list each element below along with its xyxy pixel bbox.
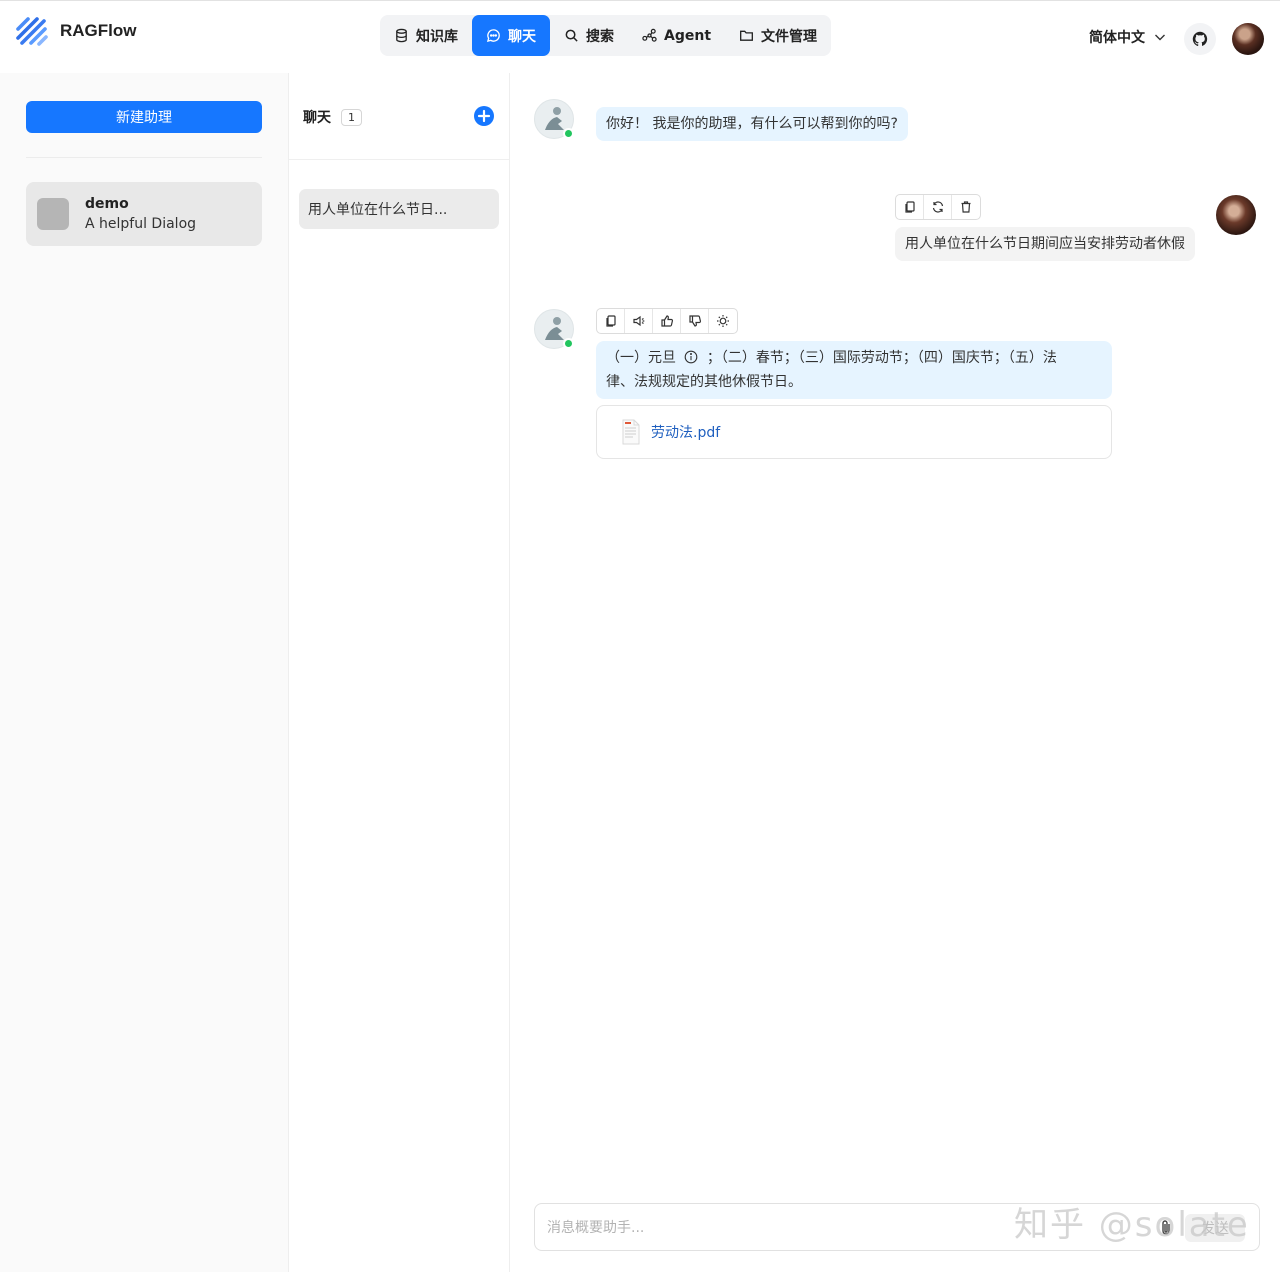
assistant-sidebar: 新建助理 demo A helpful Dialog [0, 73, 289, 1272]
citation-info-icon[interactable] [684, 349, 698, 371]
ragflow-logo-icon [16, 17, 48, 46]
nav-search[interactable]: 搜索 [550, 15, 628, 56]
regenerate-button[interactable] [924, 195, 952, 219]
assistant-answer-message: （一）元旦 ；（二）春节；（三）国际劳动节；（四）国庆节；（五）法 律、法规规定… [596, 341, 1112, 399]
thumbs-down-button[interactable] [681, 309, 709, 333]
speaker-icon [632, 315, 644, 327]
nav-knowledge-base[interactable]: 知识库 [380, 15, 472, 56]
agent-graph-icon [642, 28, 657, 42]
reference-file-name: 劳动法.pdf [651, 425, 721, 441]
chat-panel: 你好！ 我是你的助理，有什么可以帮到你的吗? 用人单位在什么节日期间应当安排劳动… [510, 73, 1280, 1272]
trash-icon [961, 201, 971, 213]
assistant-avatar [534, 99, 574, 139]
folder-icon [740, 30, 753, 41]
user-message-toolbar [895, 194, 981, 220]
lightbulb-icon [717, 315, 729, 327]
read-aloud-button[interactable] [625, 309, 653, 333]
app-root: RAGFlow 知识库 聊天 搜索 Agent 文件管理 简体中文 新建助理 d… [0, 0, 1280, 1272]
user-message-avatar [1216, 195, 1256, 235]
nav-label: Agent [664, 27, 712, 44]
divider [289, 159, 509, 160]
app-name: RAGFlow [60, 21, 137, 40]
refresh-icon [932, 201, 943, 213]
nav-label: 文件管理 [761, 28, 818, 45]
copy-icon [605, 315, 616, 327]
assistant-info: demo A helpful Dialog [85, 196, 196, 232]
pdf-file-icon [622, 419, 640, 445]
user-avatar[interactable] [1232, 23, 1264, 55]
chevron-down-icon [1155, 34, 1165, 41]
conversation-list: 聊天 1 用人单位在什么节日... [289, 73, 510, 1272]
language-selector[interactable]: 简体中文 [1089, 27, 1167, 47]
answer-text-part: （一）元旦 [606, 350, 676, 366]
copy-icon [904, 201, 915, 213]
nav-label: 知识库 [416, 28, 458, 45]
assistant-greeting-message: 你好！ 我是你的助理，有什么可以帮到你的吗? [596, 107, 908, 141]
add-conversation-icon[interactable] [473, 105, 495, 127]
main-nav: 知识库 聊天 搜索 Agent 文件管理 [380, 15, 832, 56]
divider [26, 157, 262, 158]
new-assistant-button[interactable]: 新建助理 [26, 101, 262, 133]
language-label: 简体中文 [1089, 30, 1145, 46]
assistant-name: demo [85, 196, 129, 212]
send-button[interactable]: 发送 [1185, 1214, 1245, 1242]
conversation-header: 聊天 1 [303, 107, 362, 127]
thumbs-down-icon [688, 315, 701, 327]
prompt-insight-button[interactable] [709, 309, 737, 333]
message-input-box: 发送 [534, 1203, 1260, 1251]
message-input[interactable] [547, 1216, 1147, 1240]
copy-button[interactable] [597, 309, 625, 333]
answer-line-1: （一）元旦 ；（二）春节；（三）国际劳动节；（四）国庆节；（五）法 [606, 347, 1102, 371]
database-icon [396, 28, 407, 43]
answer-text-part: ；（二）春节；（三）国际劳动节；（四）国庆节；（五）法 [706, 350, 1057, 366]
thumbs-up-button[interactable] [653, 309, 681, 333]
reference-file-card[interactable]: 劳动法.pdf [596, 405, 1112, 459]
github-icon [1192, 31, 1208, 47]
online-status-dot [563, 338, 574, 349]
answer-line-2: 律、法规规定的其他休假节日。 [606, 374, 802, 390]
nav-agent[interactable]: Agent [628, 15, 725, 56]
nav-label: 搜索 [586, 28, 614, 45]
conversation-item[interactable]: 用人单位在什么节日... [299, 189, 499, 229]
top-header: RAGFlow 知识库 聊天 搜索 Agent 文件管理 简体中文 [0, 1, 1280, 73]
assistant-message-toolbar [596, 308, 738, 334]
delete-button[interactable] [952, 195, 980, 219]
assistant-avatar [37, 198, 69, 230]
github-button[interactable] [1184, 23, 1216, 55]
nav-file-management[interactable]: 文件管理 [725, 15, 831, 56]
search-icon [565, 29, 578, 42]
thumbs-up-icon [660, 315, 673, 327]
conversation-title: 聊天 [303, 110, 331, 126]
user-message: 用人单位在什么节日期间应当安排劳动者休假 [895, 227, 1195, 261]
assistant-description: A helpful Dialog [85, 216, 197, 232]
assistant-avatar [534, 309, 574, 349]
logo[interactable]: RAGFlow [14, 13, 137, 49]
assistant-card-demo[interactable]: demo A helpful Dialog [26, 182, 262, 246]
chat-icon [486, 29, 500, 43]
copy-button[interactable] [896, 195, 924, 219]
attachment-icon[interactable] [1157, 1218, 1175, 1238]
nav-label: 聊天 [508, 28, 536, 45]
nav-chat[interactable]: 聊天 [472, 15, 550, 56]
online-status-dot [563, 128, 574, 139]
conversation-count-badge: 1 [341, 108, 362, 126]
